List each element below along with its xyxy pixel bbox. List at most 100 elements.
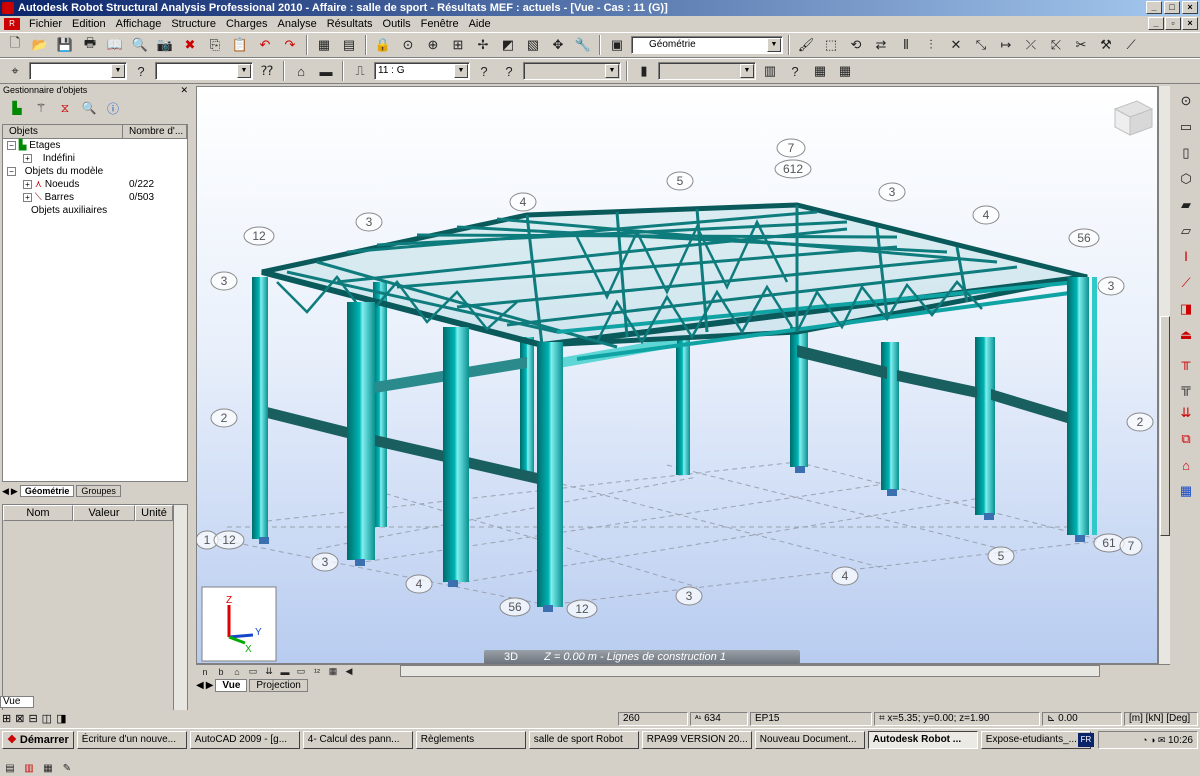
status-tool-3-icon[interactable]: ⊟ bbox=[28, 712, 37, 725]
help-pointer-icon[interactable]: ⁇ bbox=[256, 60, 278, 82]
mode-help-icon[interactable]: ? bbox=[498, 60, 520, 82]
save-icon[interactable]: 💾 bbox=[54, 34, 76, 56]
tree-item-objets-aux[interactable]: Objets auxiliaires bbox=[3, 204, 187, 217]
tree-item-etages[interactable]: − ▙ Etages bbox=[3, 139, 187, 152]
filter-icon[interactable]: ⚚ bbox=[32, 99, 50, 117]
bar-numbers-icon[interactable]: b bbox=[214, 666, 228, 678]
tree-item-objets-modele[interactable]: − Objets du modèle bbox=[3, 165, 187, 178]
col-name[interactable]: Nom bbox=[3, 505, 73, 521]
column-icon[interactable]: ▯ bbox=[1175, 142, 1197, 164]
expand-icon[interactable]: + bbox=[23, 179, 32, 189]
start-button[interactable]: ❖ Démarrer bbox=[2, 730, 74, 749]
menu-outils[interactable]: Outils bbox=[378, 18, 416, 30]
bottom-tool-3-icon[interactable]: ▦ bbox=[40, 760, 56, 776]
col-count[interactable]: Nombre d'... bbox=[123, 125, 187, 138]
lock-icon[interactable]: 🔒 bbox=[372, 34, 394, 56]
screen-capture-icon[interactable]: 📷 bbox=[154, 34, 176, 56]
node-number-icon[interactable]: ⊙ bbox=[1175, 90, 1197, 112]
status-tool-2-icon[interactable]: ⊠ bbox=[15, 712, 24, 725]
undo-icon[interactable]: ↶ bbox=[254, 34, 276, 56]
scroll-left-icon[interactable]: ◀ bbox=[342, 666, 356, 678]
tab-first-icon[interactable]: ◀ bbox=[196, 680, 204, 691]
open-file-icon[interactable]: 📂 bbox=[29, 34, 51, 56]
new-file-icon[interactable]: 🗋 bbox=[4, 34, 26, 56]
mdi-restore-button[interactable]: ▫ bbox=[1165, 17, 1181, 30]
releases-icon[interactable]: ▬ bbox=[278, 666, 292, 678]
supports-icon[interactable]: ⌂ bbox=[230, 666, 244, 678]
beam-icon[interactable]: ▭ bbox=[1175, 116, 1197, 138]
node-select-icon[interactable]: ⌖ bbox=[4, 60, 26, 82]
storey-icon[interactable]: ⌂ bbox=[290, 60, 312, 82]
frame-icon[interactable]: ╥ bbox=[1175, 350, 1197, 372]
task-expose[interactable]: Expose-etudiants_... bbox=[980, 730, 1091, 749]
paste-icon[interactable]: 📋 bbox=[229, 34, 251, 56]
offset-icon[interactable]: ◨ bbox=[1175, 298, 1197, 320]
load-case-icon[interactable]: ⎍ bbox=[349, 60, 371, 82]
menu-aide[interactable]: Aide bbox=[464, 18, 496, 30]
tab-last-icon[interactable]: ▶ bbox=[206, 680, 214, 691]
tree-item-noeuds[interactable]: + ⋏ Noeuds 0/222 bbox=[3, 178, 187, 191]
task-word[interactable]: Écriture d'un nouve... bbox=[76, 730, 187, 749]
collapse-icon[interactable]: − bbox=[7, 140, 16, 150]
menu-fichier[interactable]: Fichier bbox=[24, 18, 67, 30]
table-icon[interactable]: ▦ bbox=[313, 34, 335, 56]
print-preview-icon[interactable]: 🔍 bbox=[129, 34, 151, 56]
rotate-icon[interactable]: ⟲ bbox=[845, 34, 867, 56]
translate-icon[interactable]: ⇄ bbox=[870, 34, 892, 56]
copy-icon[interactable]: ⎘ bbox=[204, 34, 226, 56]
members-icon[interactable]: ▭ bbox=[294, 666, 308, 678]
bottom-tool-2-icon[interactable]: ▥ bbox=[21, 760, 37, 776]
bar-select-icon[interactable]: ? bbox=[130, 60, 152, 82]
mirror-vertical-icon[interactable]: ⫴ bbox=[895, 34, 917, 56]
close-button[interactable]: × bbox=[1182, 1, 1198, 14]
section-help-icon[interactable]: ? bbox=[784, 60, 806, 82]
case-help-icon[interactable]: ? bbox=[473, 60, 495, 82]
tree-item-indefini[interactable]: + Indéfini bbox=[3, 152, 187, 165]
mdi-close-button[interactable]: × bbox=[1182, 17, 1198, 30]
task-calcul[interactable]: 4- Calcul des pann... bbox=[302, 730, 413, 749]
bar-selection-combo[interactable]: ▼ bbox=[155, 62, 253, 80]
task-reglements[interactable]: Règlements bbox=[415, 730, 526, 749]
section-table-icon[interactable]: ▦ bbox=[834, 60, 856, 82]
section-profile-icon[interactable]: ▥ bbox=[759, 60, 781, 82]
view-cube[interactable] bbox=[1113, 100, 1154, 136]
scale-icon[interactable]: ⤡ bbox=[970, 34, 992, 56]
robot-logo-icon[interactable]: R bbox=[4, 18, 20, 30]
structure-3d-view[interactable]: 7 612 5 3 4 4 3 56 12 3 3 2 2 1 12 3 4 5… bbox=[196, 86, 1158, 664]
structure-model-icon[interactable]: ⌂ bbox=[1175, 454, 1197, 476]
tab-groupes[interactable]: Groupes bbox=[76, 485, 121, 497]
task-rpa99[interactable]: RPA99 VERSION 20... bbox=[641, 730, 752, 749]
node-numbers-icon[interactable]: n bbox=[198, 666, 212, 678]
close-icon[interactable]: ✕ bbox=[180, 84, 188, 96]
trim-icon[interactable]: ⤫ bbox=[1020, 34, 1042, 56]
extend-icon[interactable]: ⤪ bbox=[1045, 34, 1067, 56]
menu-resultats[interactable]: Résultats bbox=[322, 18, 378, 30]
loads-icon[interactable]: ⇊ bbox=[262, 666, 276, 678]
collapse-icon[interactable]: − bbox=[7, 166, 16, 176]
menu-affichage[interactable]: Affichage bbox=[111, 18, 167, 30]
support-icon[interactable]: ⏏ bbox=[1175, 324, 1197, 346]
language-indicator[interactable]: FR bbox=[1078, 733, 1094, 747]
view-command-box[interactable]: Vue bbox=[0, 696, 34, 708]
expand-icon[interactable]: + bbox=[23, 153, 32, 163]
offset-icon[interactable]: ⬚ bbox=[820, 34, 842, 56]
search-icon[interactable]: 🔍 bbox=[80, 99, 98, 117]
tab-projection[interactable]: Projection bbox=[249, 678, 308, 692]
print-composition-icon[interactable]: 📖 bbox=[104, 34, 126, 56]
maximize-button[interactable]: □ bbox=[1164, 1, 1180, 14]
task-autodesk-robot[interactable]: Autodesk Robot ... bbox=[867, 730, 978, 749]
menu-analyse[interactable]: Analyse bbox=[273, 18, 322, 30]
snap-icon[interactable]: ✢ bbox=[472, 34, 494, 56]
mirror-horizontal-icon[interactable]: ⫶ bbox=[920, 34, 942, 56]
tab-vue[interactable]: Vue bbox=[215, 678, 248, 692]
task-nouveau-document[interactable]: Nouveau Document... bbox=[754, 730, 865, 749]
node-selection-combo[interactable]: ▼ bbox=[29, 62, 127, 80]
structure-canvas[interactable]: 7 612 5 3 4 4 3 56 12 3 3 2 2 1 12 3 4 5… bbox=[197, 87, 1158, 664]
zoom-window-icon[interactable]: ⊙ bbox=[397, 34, 419, 56]
tree-item-barres[interactable]: + ⟍ Barres 0/503 bbox=[3, 191, 187, 204]
view-vertical-scrollbar[interactable] bbox=[1158, 86, 1170, 664]
task-autocad[interactable]: AutoCAD 2009 - [g... bbox=[189, 730, 300, 749]
redo-icon[interactable]: ↷ bbox=[279, 34, 301, 56]
modify-icon[interactable]: ⚒ bbox=[1095, 34, 1117, 56]
grid-icon[interactable]: ⊞ bbox=[447, 34, 469, 56]
